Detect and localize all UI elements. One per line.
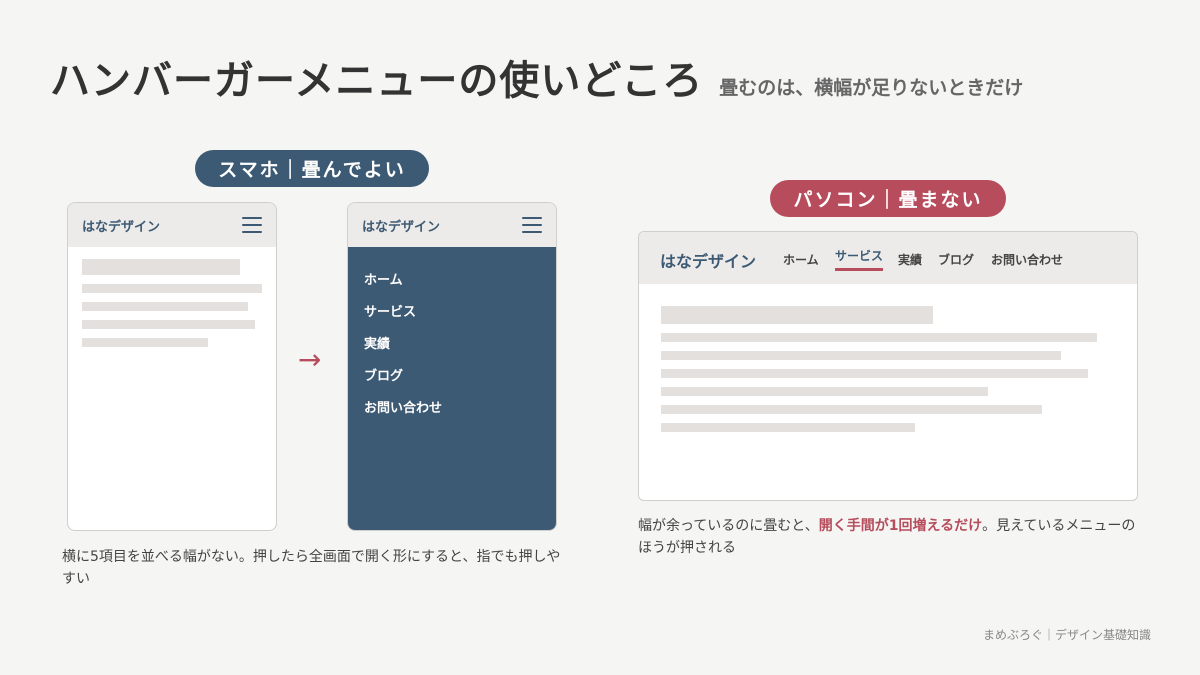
footer-credit: まめぶろぐ｜デザイン基礎知識 — [982, 628, 1151, 642]
placeholder-line — [661, 405, 1042, 414]
nav-item-service-label: サービス — [835, 249, 884, 263]
browser-mockup: はなデザイン ホーム サービス 実績 ブログ お問い合わせ — [638, 231, 1138, 501]
page-title: ハンバーガーメニューの使いどころ — [50, 58, 704, 104]
placeholder-line — [661, 351, 1061, 360]
browser-header: はなデザイン ホーム サービス 実績 ブログ お問い合わせ — [639, 232, 1137, 284]
menu-item-works[interactable]: 実績 — [364, 335, 540, 367]
active-underline — [835, 268, 884, 271]
nav-item-contact[interactable]: お問い合わせ — [991, 251, 1063, 268]
pc-label: パソコン｜畳まない — [770, 180, 1006, 217]
placeholder-line — [82, 302, 248, 311]
nav-item-blog[interactable]: ブログ — [938, 251, 974, 268]
pc-caption-before: 幅が余っているのに畳むと、 — [638, 518, 819, 534]
placeholder-line — [82, 320, 255, 329]
nav-item-works[interactable]: 実績 — [898, 251, 922, 268]
page-subtitle: 畳むのは、横幅が足りないときだけ — [719, 77, 1024, 99]
smartphone-caption: 横に5項目を並べる幅がない。押したら全画面で開く形にすると、指でも押しやすい — [62, 549, 561, 587]
browser-brand: はなデザイン — [660, 252, 757, 271]
pc-caption: 幅が余っているのに畳むと、開く手間が1回増えるだけ。見えているメニューのほうが押… — [638, 515, 1138, 559]
placeholder-line — [661, 387, 988, 396]
phone-brand: はなデザイン — [82, 219, 161, 235]
placeholder-line — [661, 369, 1088, 378]
hamburger-icon[interactable] — [522, 217, 542, 233]
phone-brand: はなデザイン — [362, 219, 441, 235]
placeholder-line — [661, 423, 915, 432]
phone-header: はなデザイン — [68, 203, 276, 247]
menu-item-service[interactable]: サービス — [364, 303, 540, 335]
placeholder-line — [82, 338, 208, 347]
nav-item-service-active[interactable]: サービス — [835, 247, 884, 271]
placeholder-heading — [82, 259, 240, 275]
placeholder-line — [661, 333, 1097, 342]
phone-mockup-expanded: はなデザイン ホーム サービス 実績 ブログ お問い合わせ — [347, 202, 557, 531]
placeholder-line — [82, 284, 262, 293]
menu-item-blog[interactable]: ブログ — [364, 367, 540, 399]
pc-caption-emphasis: 開く手間が1回増えるだけ — [818, 518, 983, 534]
title-row: ハンバーガーメニューの使いどころ 畳むのは、横幅が足りないときだけ — [50, 48, 1023, 106]
menu-item-home[interactable]: ホーム — [364, 271, 540, 303]
nav-item-home[interactable]: ホーム — [783, 251, 819, 268]
fullscreen-menu: ホーム サービス 実績 ブログ お問い合わせ — [348, 247, 556, 530]
menu-item-contact[interactable]: お問い合わせ — [364, 399, 540, 431]
smartphone-label: スマホ｜畳んでよい — [195, 150, 429, 187]
phone-header: はなデザイン — [348, 203, 556, 247]
phone-mockup-collapsed: はなデザイン — [67, 202, 277, 531]
placeholder-heading — [661, 306, 933, 324]
hamburger-icon[interactable] — [242, 217, 262, 233]
right-arrow-icon: → — [298, 343, 322, 376]
